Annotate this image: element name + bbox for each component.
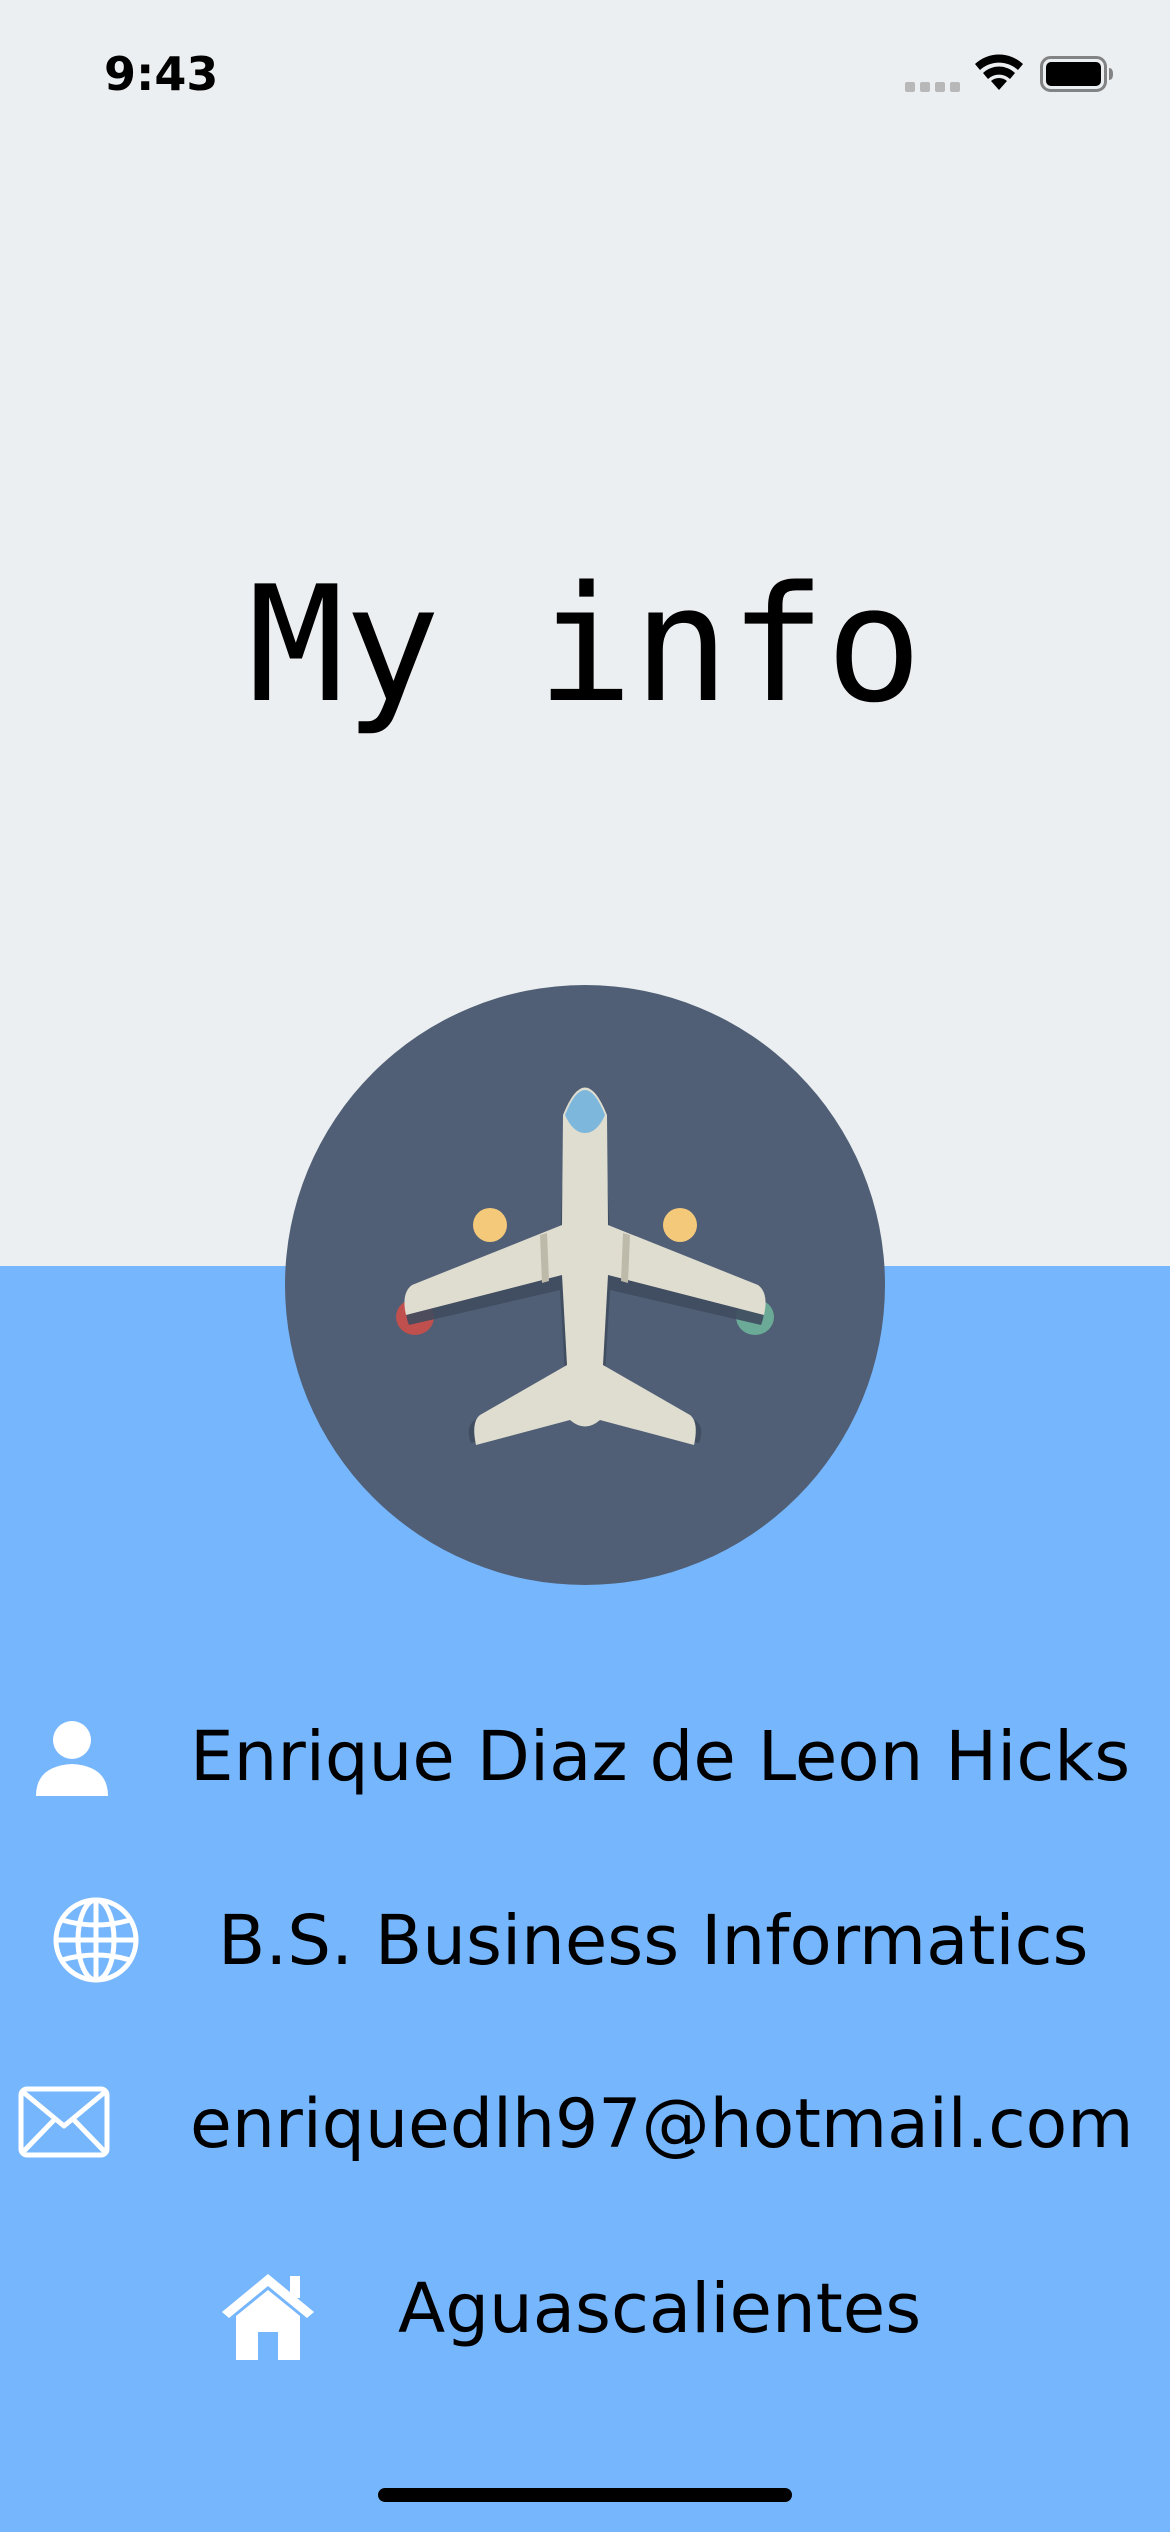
globe-icon: [53, 1897, 139, 1983]
home-indicator[interactable]: [378, 2488, 792, 2502]
cellular-signal-icon: [905, 82, 960, 92]
airplane-icon: [396, 1087, 774, 1445]
envelope-icon: [18, 2086, 110, 2158]
degree-text: B.S. Business Informatics: [218, 1901, 1089, 1981]
home-icon: [222, 2274, 314, 2360]
battery-icon: [1040, 56, 1113, 92]
name-text: Enrique Diaz de Leon Hicks: [190, 1717, 1131, 1797]
info-row-city: Aguascalientes: [0, 2252, 1170, 2362]
status-time: 9:43: [104, 47, 219, 101]
person-icon: [36, 1721, 108, 1796]
info-row-email: enriquedlh97@hotmail.com: [0, 2068, 1170, 2178]
page-title: My info: [247, 551, 923, 738]
info-row-degree: B.S. Business Informatics: [0, 1884, 1170, 1994]
city-text: Aguascalientes: [398, 2269, 922, 2349]
info-row-name: Enrique Diaz de Leon Hicks: [0, 1700, 1170, 1810]
avatar: [285, 985, 885, 1585]
wifi-icon: [975, 54, 1023, 90]
email-text: enriquedlh97@hotmail.com: [190, 2085, 1134, 2164]
